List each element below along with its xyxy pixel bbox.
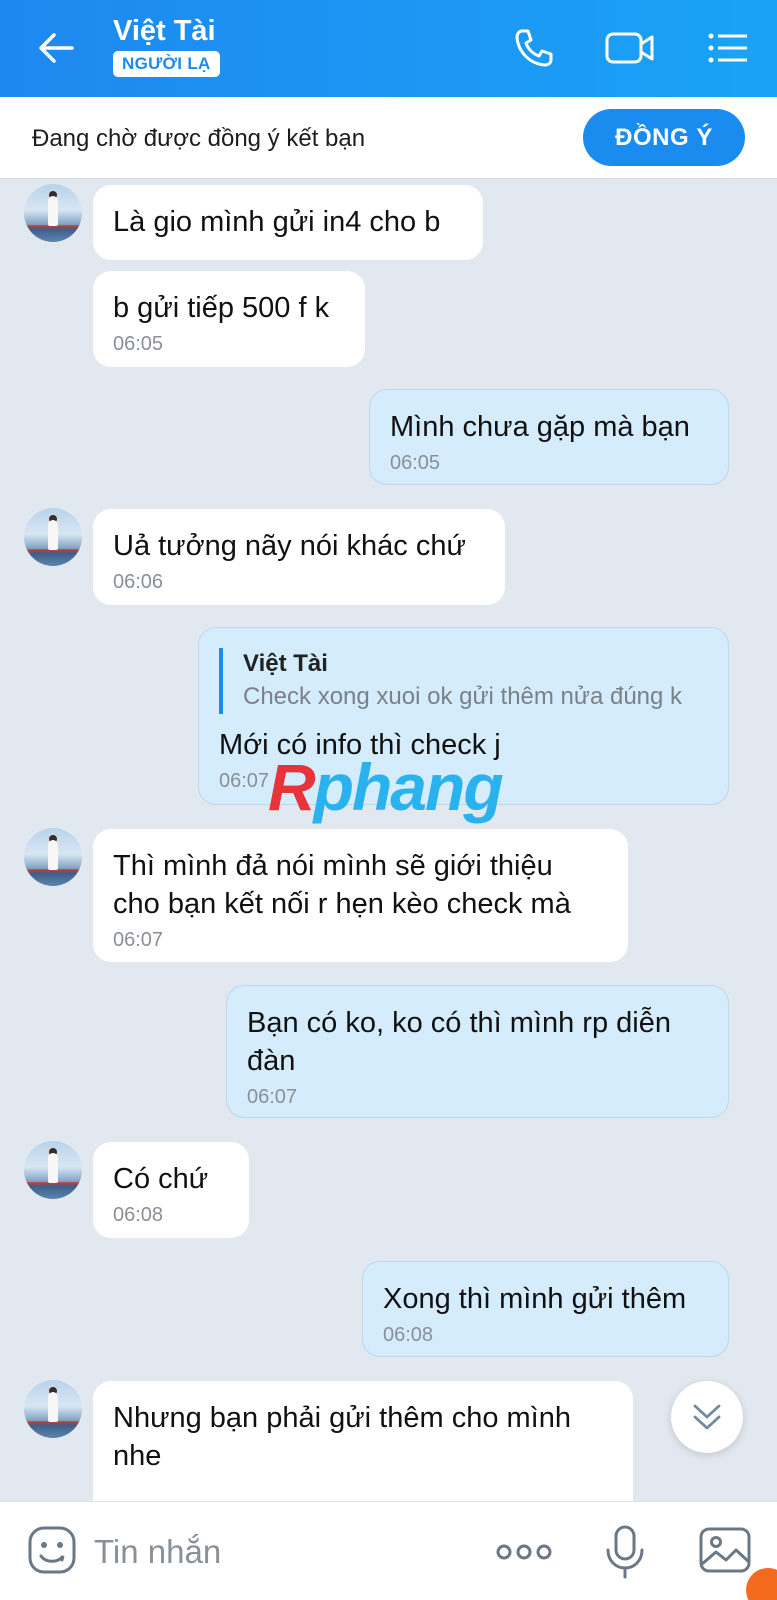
message-text-line: Thì mình đả nói mình sẽ giới thiệu [113,850,553,882]
menu-button[interactable] [702,22,754,74]
emoji-icon [28,1526,76,1574]
double-chevron-down-icon [693,1404,721,1430]
contact-title[interactable]: Việt Tài NGƯỜI LẠ [113,14,220,77]
message-text-line: nhe [113,1440,162,1472]
incoming-message[interactable]: b gửi tiếp 500 f k 06:05 [93,271,365,367]
video-camera-icon [605,32,654,64]
phone-icon [515,29,553,67]
outgoing-message[interactable]: Bạn có ko, ko có thì mình rp diễn đàn 06… [226,985,729,1118]
message-text-line: cho bạn kết nối r hẹn kèo check mà [113,888,571,920]
quoted-message[interactable]: Việt Tài Check xong xuoi ok gửi thêm nửa… [219,648,708,714]
back-button[interactable] [28,24,84,72]
contact-avatar[interactable] [24,828,82,886]
message-text: Có chứ [113,1163,209,1195]
message-input-bar [0,1501,777,1600]
microphone-icon [606,1525,644,1579]
incoming-message[interactable]: Nhưng bạn phải gửi thêm cho mình nhe [93,1381,633,1501]
more-options-button[interactable] [494,1532,554,1572]
contact-avatar[interactable] [24,184,82,242]
send-image-button[interactable] [698,1524,752,1576]
pending-friend-request-text: Đang chờ được đồng ý kết bạn [32,125,366,152]
video-call-button[interactable] [604,22,656,74]
message-text: b gửi tiếp 500 f k [113,292,330,324]
accept-friend-button[interactable]: ĐỒNG Ý [583,109,745,166]
contact-name: Việt Tài [113,15,216,47]
outgoing-message[interactable]: Xong thì mình gửi thêm 06:08 [362,1261,729,1357]
message-text-line: đàn [247,1045,296,1077]
message-text-line: Nhưng bạn phải gửi thêm cho mình [113,1402,571,1434]
incoming-message[interactable]: Có chứ 06:08 [93,1142,249,1238]
friend-request-bar: Đang chờ được đồng ý kết bạn ĐỒNG Ý [0,97,777,179]
voice-message-button[interactable] [603,1524,647,1580]
message-text-line: Bạn có ko, ko có thì mình rp diễn [247,1007,671,1039]
menu-list-icon [708,33,747,63]
incoming-message[interactable]: Uả tưởng nãy nói khác chứ 06:06 [93,509,505,605]
chat-messages[interactable]: Là gio mình gửi in4 cho b b gửi tiếp 500… [0,179,777,1501]
emoji-button[interactable] [26,1524,78,1576]
watermark-logo: Rphang [268,750,504,824]
message-text: Mình chưa gặp mà bạn [390,411,690,443]
message-time: 06:06 [113,571,164,593]
message-input[interactable] [94,1530,454,1574]
message-time: 06:07 [247,1086,298,1108]
message-time: 06:08 [113,1204,164,1226]
chat-header: Việt Tài NGƯỜI LẠ [0,0,777,97]
more-dots-icon [496,1544,552,1560]
message-text: Uả tưởng nãy nói khác chứ [113,530,466,562]
quoted-sender: Việt Tài [243,650,328,677]
message-time: 06:08 [383,1324,434,1346]
incoming-message[interactable]: Thì mình đả nói mình sẽ giới thiệu cho b… [93,829,628,962]
incoming-message[interactable]: Là gio mình gửi in4 cho b [93,185,483,260]
message-time: 06:07 [113,929,164,951]
image-icon [699,1527,751,1573]
message-text: Xong thì mình gửi thêm [383,1283,687,1315]
contact-avatar[interactable] [24,508,82,566]
message-time: 06:05 [390,452,441,474]
back-arrow-icon [39,33,74,63]
stranger-badge: NGƯỜI LẠ [113,51,220,77]
call-button[interactable] [508,22,560,74]
message-time: 06:05 [113,333,164,355]
scroll-to-bottom-button[interactable] [671,1381,743,1453]
quoted-text: Check xong xuoi ok gửi thêm nửa đúng k [243,683,683,710]
contact-avatar[interactable] [24,1141,82,1199]
outgoing-message[interactable]: Mình chưa gặp mà bạn 06:05 [369,389,729,485]
message-text: Là gio mình gửi in4 cho b [113,206,441,238]
contact-avatar[interactable] [24,1380,82,1438]
